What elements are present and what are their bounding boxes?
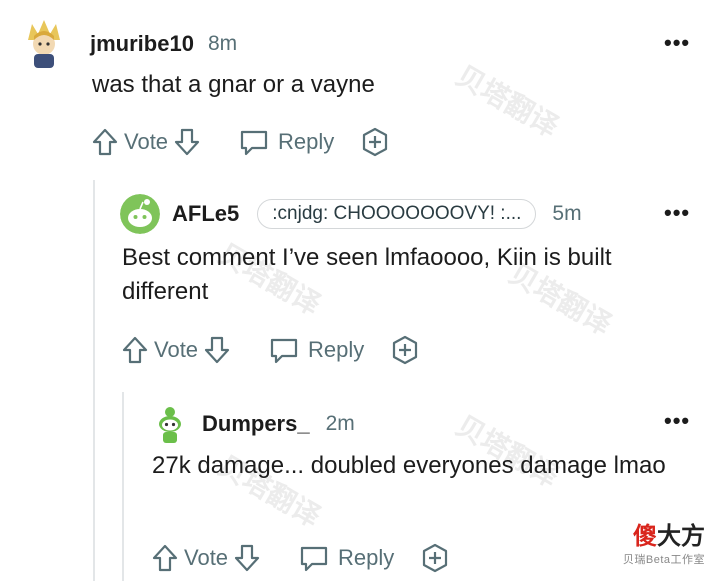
downvote-button[interactable] — [234, 544, 260, 572]
snoo-avatar-icon — [120, 194, 160, 234]
more-options-icon[interactable]: ••• — [664, 30, 690, 56]
brand-logo-main: 大方 — [657, 523, 705, 550]
downvote-icon — [234, 544, 260, 572]
thread-line[interactable] — [122, 392, 124, 581]
downvote-button[interactable] — [204, 336, 230, 364]
username[interactable]: jmuribe10 — [90, 31, 194, 57]
upvote-button[interactable] — [122, 336, 148, 364]
comment-text: was that a gnar or a vayne — [92, 71, 375, 98]
reply-label: Reply — [308, 337, 365, 362]
vote-label: Vote — [184, 545, 229, 570]
brand-subtitle: 贝瑞Beta工作室 — [622, 554, 705, 566]
upvote-button[interactable] — [92, 128, 118, 156]
more-options-icon[interactable]: ••• — [664, 200, 690, 226]
comment-text: 27k damage... doubled everyones damage l… — [152, 452, 666, 479]
brand-watermark: 傻大方 贝瑞Beta工作室 — [623, 516, 705, 567]
avatar[interactable] — [152, 404, 188, 444]
reply-label: Reply — [278, 129, 335, 154]
reply-icon — [240, 130, 268, 156]
reply-icon — [270, 338, 298, 364]
username[interactable]: AFLe5 — [172, 201, 239, 227]
brand-logo-red: 傻 — [633, 523, 657, 550]
avatar[interactable] — [18, 18, 70, 70]
award-icon — [423, 543, 448, 573]
user-avatar-icon — [18, 18, 70, 70]
timestamp: 5m — [552, 202, 582, 225]
comment-header: jmuribe10 8m — [18, 18, 237, 70]
avatar[interactable] — [120, 194, 160, 234]
comment-actions: Vote Reply — [152, 543, 450, 573]
more-options-icon[interactable]: ••• — [664, 408, 690, 434]
user-flair: :cnjdg: CHOOOOOOOVY! :... — [257, 199, 537, 229]
comment-text: Best comment I’ve seen lmfaoooo, Kiin is… — [122, 244, 612, 305]
upvote-icon — [122, 336, 148, 364]
downvote-button[interactable] — [174, 128, 200, 156]
award-icon — [363, 127, 388, 157]
thread-line[interactable] — [93, 180, 95, 581]
award-icon — [393, 335, 418, 365]
upvote-button[interactable] — [152, 544, 178, 572]
reply-label: Reply — [338, 545, 395, 570]
timestamp: 8m — [207, 32, 238, 55]
timestamp: 2m — [325, 412, 355, 435]
vote-label: Vote — [154, 337, 199, 362]
comment-header: Dumpers_ 2m — [152, 404, 355, 444]
upvote-icon — [152, 544, 178, 572]
downvote-icon — [174, 128, 200, 156]
comment-header: AFLe5 :cnjdg: CHOOOOOOOVY! :... 5m — [120, 194, 582, 234]
reply-button[interactable]: Reply — [298, 544, 394, 572]
reply-button[interactable]: Reply — [238, 128, 334, 156]
reply-icon — [300, 546, 328, 572]
snoo-avatar-icon — [152, 404, 188, 444]
award-button[interactable] — [360, 127, 390, 157]
vote-label: Vote — [124, 129, 169, 154]
award-button[interactable] — [420, 543, 450, 573]
upvote-icon — [92, 128, 118, 156]
username[interactable]: Dumpers_ — [202, 411, 310, 437]
comment-actions: Vote Reply — [122, 335, 420, 365]
brand-logo: 傻大方 — [623, 516, 705, 551]
reply-button[interactable]: Reply — [268, 336, 364, 364]
downvote-icon — [204, 336, 230, 364]
award-button[interactable] — [390, 335, 420, 365]
comment-actions: Vote Reply — [92, 127, 390, 157]
